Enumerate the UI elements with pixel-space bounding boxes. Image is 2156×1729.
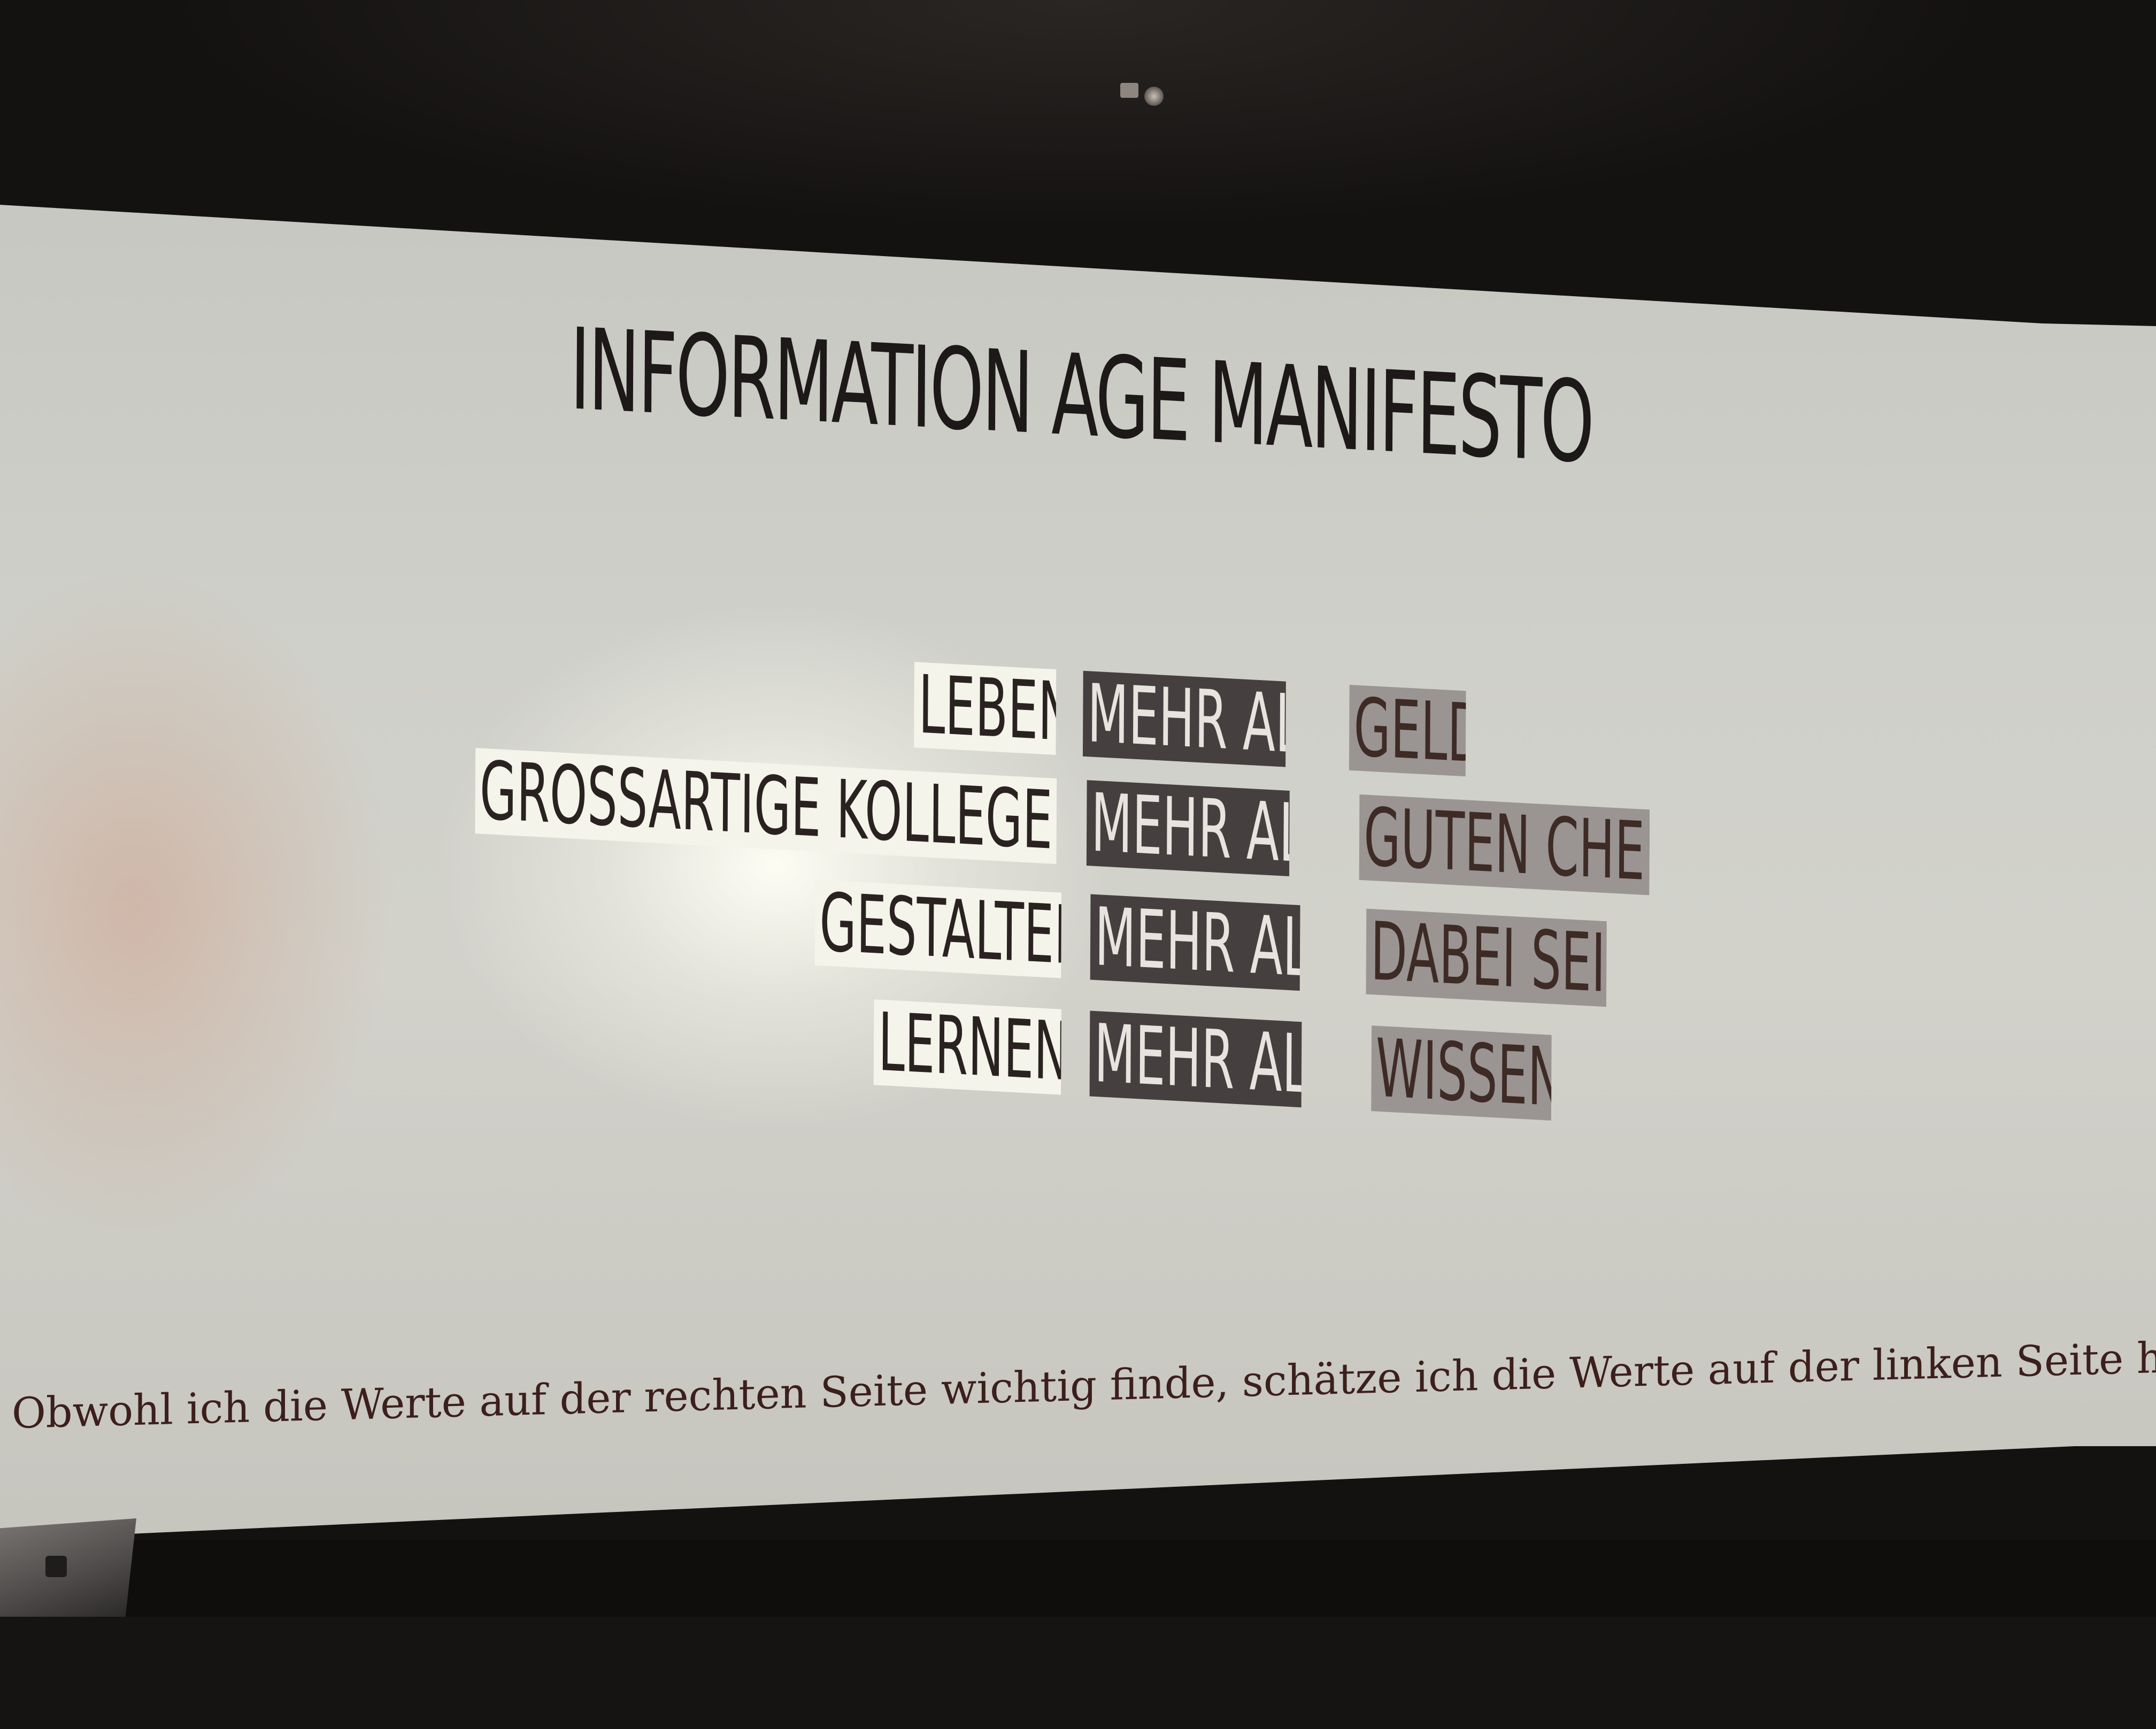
row-left-value: LERNEN: [873, 999, 1061, 1095]
row-left-value: GROSSARTIGE KOLLEGEN: [475, 748, 1057, 865]
row-left-value: GESTALTEN: [814, 879, 1062, 978]
row-left-value: LEBEN: [914, 662, 1057, 755]
row-connector: MEHR ALS: [1086, 780, 1290, 877]
ceiling-light: [1144, 87, 1164, 106]
row-connector: MEHR ALS: [1089, 1010, 1302, 1108]
row-right-value: GELD: [1349, 684, 1466, 777]
stage-floor: [0, 1540, 2156, 1617]
row-right-value: WISSEN: [1371, 1025, 1552, 1121]
row-right-value: GUTEN CHEF: [1359, 794, 1650, 896]
ceiling-sensor: [1120, 83, 1138, 98]
row-right-value: DABEI SEIN: [1366, 908, 1607, 1007]
laptop-logo-icon: [45, 1556, 67, 1577]
row-connector: MEHR ALS: [1090, 894, 1300, 991]
laptop: [0, 1518, 136, 1617]
row-connector: MEHR ALS: [1082, 670, 1286, 767]
slide-title: INFORMATION AGE MANIFESTO: [569, 304, 1593, 489]
